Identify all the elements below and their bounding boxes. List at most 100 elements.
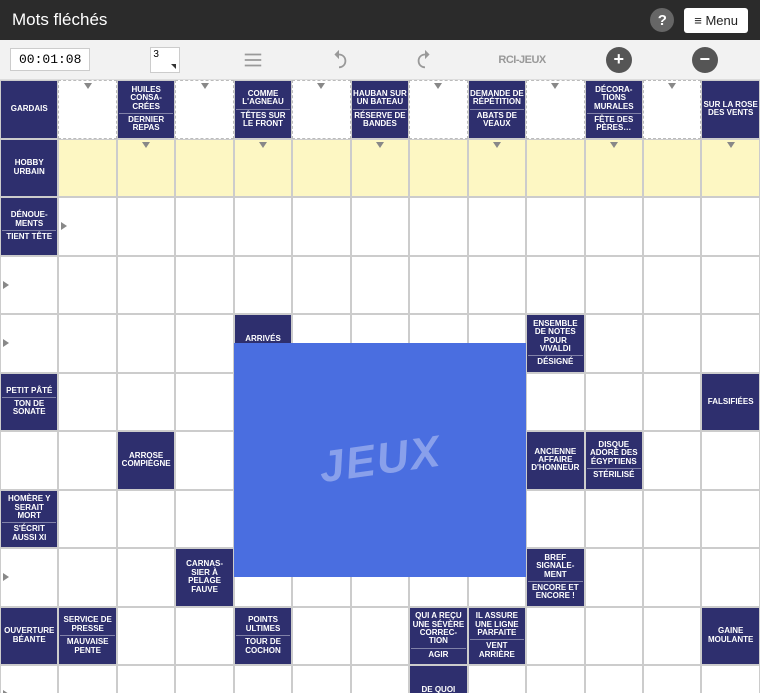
letter-cell[interactable] xyxy=(409,256,467,315)
letter-cell[interactable] xyxy=(351,607,409,666)
letter-cell[interactable] xyxy=(58,256,116,315)
letter-cell[interactable] xyxy=(643,197,701,256)
letter-cell[interactable] xyxy=(117,139,175,198)
letter-cell[interactable] xyxy=(175,490,233,549)
letter-cell[interactable] xyxy=(117,373,175,432)
letter-cell[interactable] xyxy=(351,256,409,315)
letter-cell[interactable] xyxy=(234,197,292,256)
letter-cell[interactable] xyxy=(292,197,350,256)
letter-cell[interactable] xyxy=(585,607,643,666)
letter-cell[interactable] xyxy=(58,431,116,490)
letter-cell[interactable] xyxy=(409,80,467,139)
letter-cell[interactable] xyxy=(58,665,116,693)
letter-cell[interactable] xyxy=(117,197,175,256)
letter-cell[interactable] xyxy=(175,373,233,432)
letter-cell[interactable] xyxy=(117,548,175,607)
letter-cell[interactable] xyxy=(526,607,584,666)
letter-cell[interactable] xyxy=(58,80,116,139)
letter-cell[interactable] xyxy=(468,197,526,256)
letter-cell[interactable] xyxy=(585,548,643,607)
letter-cell[interactable] xyxy=(701,431,759,490)
letter-cell[interactable] xyxy=(585,256,643,315)
letter-cell[interactable] xyxy=(58,139,116,198)
letter-cell[interactable] xyxy=(0,256,58,315)
letter-cell[interactable] xyxy=(468,139,526,198)
letter-cell[interactable] xyxy=(175,607,233,666)
letter-cell[interactable] xyxy=(351,139,409,198)
letter-cell[interactable] xyxy=(468,665,526,693)
letter-cell[interactable] xyxy=(585,314,643,373)
letter-cell[interactable] xyxy=(117,607,175,666)
letter-cell[interactable] xyxy=(58,548,116,607)
letter-cell[interactable] xyxy=(117,490,175,549)
letter-cell[interactable] xyxy=(701,197,759,256)
letter-cell[interactable] xyxy=(175,256,233,315)
letter-cell[interactable] xyxy=(292,139,350,198)
letter-cell[interactable] xyxy=(701,548,759,607)
letter-cell[interactable] xyxy=(585,197,643,256)
letter-cell[interactable] xyxy=(234,665,292,693)
letter-cell[interactable] xyxy=(175,139,233,198)
letter-cell[interactable] xyxy=(234,139,292,198)
letter-cell[interactable] xyxy=(175,197,233,256)
letter-cell[interactable] xyxy=(292,256,350,315)
letter-cell[interactable] xyxy=(701,314,759,373)
letter-cell[interactable] xyxy=(643,139,701,198)
letter-cell[interactable] xyxy=(585,373,643,432)
letter-cell[interactable] xyxy=(117,314,175,373)
letter-cell[interactable] xyxy=(0,548,58,607)
letter-cell[interactable] xyxy=(175,431,233,490)
letter-cell[interactable] xyxy=(0,431,58,490)
letter-cell[interactable] xyxy=(351,665,409,693)
letter-cell[interactable] xyxy=(292,80,350,139)
letter-cell[interactable] xyxy=(643,80,701,139)
letter-cell[interactable] xyxy=(292,607,350,666)
letter-cell[interactable] xyxy=(701,256,759,315)
letter-cell[interactable] xyxy=(585,139,643,198)
letter-cell[interactable] xyxy=(175,80,233,139)
letter-cell[interactable] xyxy=(409,197,467,256)
help-icon[interactable]: ? xyxy=(650,8,674,32)
letter-cell[interactable] xyxy=(58,197,116,256)
letter-cell[interactable] xyxy=(526,373,584,432)
letter-cell[interactable] xyxy=(701,490,759,549)
letter-cell[interactable] xyxy=(351,197,409,256)
letter-cell[interactable] xyxy=(117,665,175,693)
letter-cell[interactable] xyxy=(585,665,643,693)
letter-cell[interactable] xyxy=(526,665,584,693)
list-icon[interactable] xyxy=(240,47,266,73)
letter-cell[interactable] xyxy=(526,80,584,139)
letter-cell[interactable] xyxy=(58,373,116,432)
zoom-in-button[interactable]: + xyxy=(606,47,632,73)
letter-cell[interactable] xyxy=(526,256,584,315)
letter-cell[interactable] xyxy=(175,665,233,693)
letter-cell[interactable] xyxy=(409,139,467,198)
letter-cell[interactable] xyxy=(292,665,350,693)
letter-cell[interactable] xyxy=(117,256,175,315)
letter-cell[interactable] xyxy=(585,490,643,549)
letter-cell[interactable] xyxy=(526,139,584,198)
hint-button[interactable]: 3 xyxy=(150,47,180,73)
letter-cell[interactable] xyxy=(0,665,58,693)
letter-cell[interactable] xyxy=(0,314,58,373)
letter-cell[interactable] xyxy=(234,256,292,315)
letter-cell[interactable] xyxy=(526,490,584,549)
letter-cell[interactable] xyxy=(175,314,233,373)
letter-cell[interactable] xyxy=(701,665,759,693)
letter-cell[interactable] xyxy=(468,256,526,315)
letter-cell[interactable] xyxy=(643,256,701,315)
letter-cell[interactable] xyxy=(643,314,701,373)
letter-cell[interactable] xyxy=(701,139,759,198)
letter-cell[interactable] xyxy=(643,373,701,432)
undo-icon[interactable] xyxy=(326,47,352,73)
letter-cell[interactable] xyxy=(58,314,116,373)
letter-cell[interactable] xyxy=(643,490,701,549)
letter-cell[interactable] xyxy=(58,490,116,549)
zoom-out-button[interactable]: − xyxy=(692,47,718,73)
letter-cell[interactable] xyxy=(643,665,701,693)
redo-icon[interactable] xyxy=(412,47,438,73)
letter-cell[interactable] xyxy=(643,607,701,666)
menu-button[interactable]: ≡ Menu xyxy=(684,8,748,33)
letter-cell[interactable] xyxy=(526,197,584,256)
letter-cell[interactable] xyxy=(643,548,701,607)
